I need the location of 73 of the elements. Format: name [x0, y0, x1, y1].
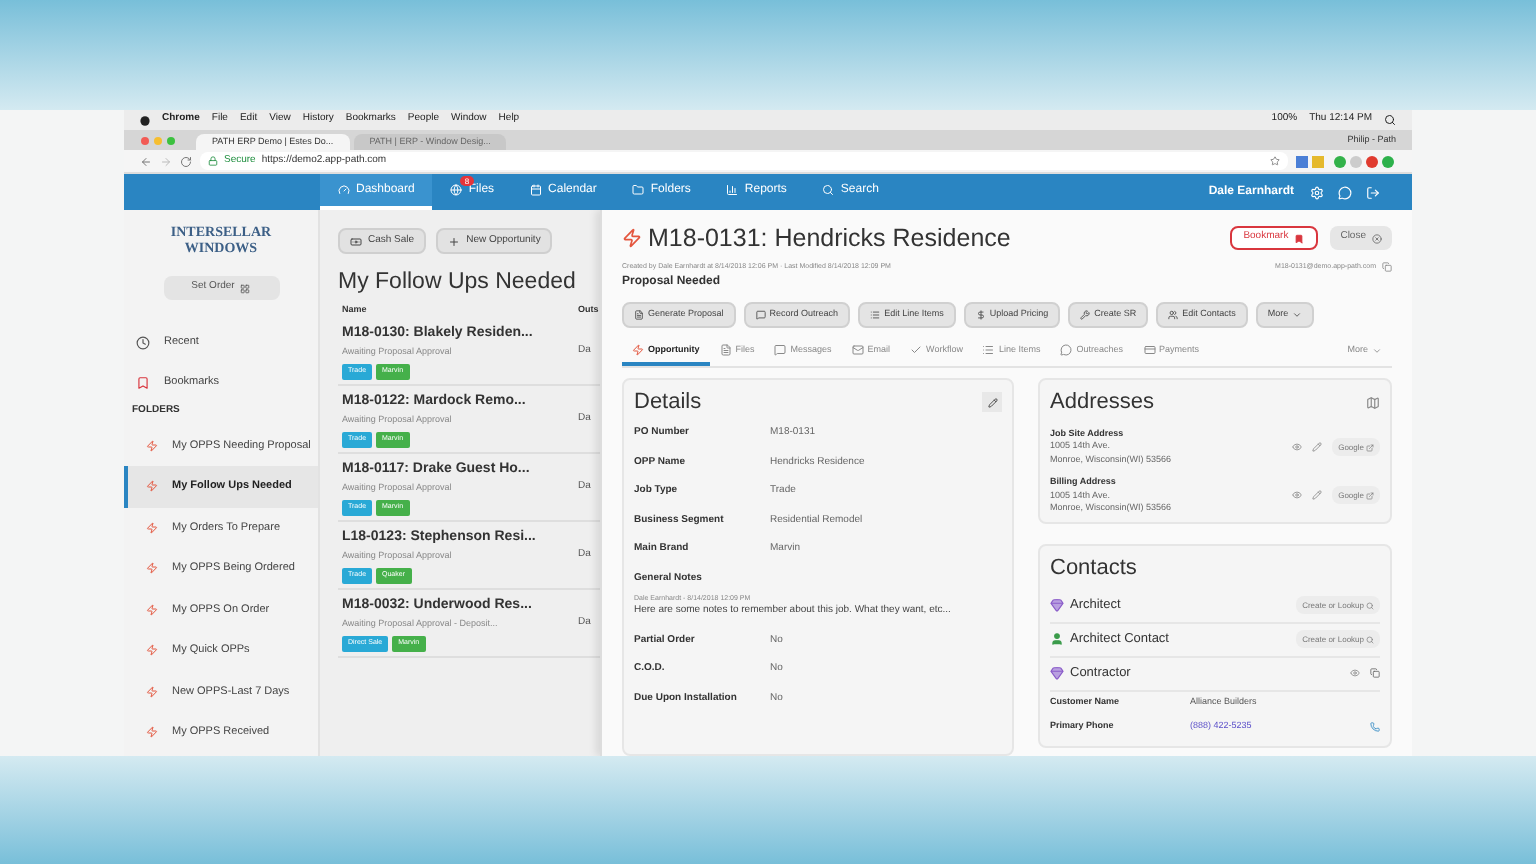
- bolt-icon: [146, 480, 158, 493]
- phone-icon: [1370, 722, 1380, 732]
- copy-icon: [1382, 262, 1392, 273]
- search-icon: [1366, 635, 1374, 643]
- bookmark-icon: [1294, 233, 1305, 243]
- pencil-icon: [1312, 490, 1323, 501]
- bolt-icon: [146, 439, 158, 452]
- edit-button[interactable]: [982, 392, 1002, 413]
- wrench-icon: [1080, 310, 1091, 320]
- forward-icon: [160, 155, 172, 167]
- back-icon: [140, 155, 152, 167]
- card-title: Addresses: [1050, 388, 1154, 418]
- eye-icon: [1350, 668, 1360, 678]
- search-icon: [1384, 114, 1396, 126]
- mail-icon: [851, 344, 864, 356]
- dollar-icon: [975, 310, 986, 320]
- eye-icon: [1292, 490, 1303, 501]
- card-icon: [1143, 344, 1155, 356]
- external-link-icon: [1366, 491, 1374, 500]
- list-icon: [982, 344, 995, 356]
- document-icon: [719, 344, 732, 356]
- bolt-icon: [146, 603, 158, 616]
- plus-icon: [448, 235, 461, 247]
- caret-icon: [1292, 310, 1303, 320]
- gauge-icon: [338, 184, 350, 196]
- clock-icon: [136, 335, 150, 349]
- card-title: Details: [634, 388, 702, 418]
- calendar-icon: [530, 184, 543, 196]
- settings-icon: [1310, 185, 1324, 199]
- pencil-icon: [1312, 442, 1323, 453]
- map-icon: [1366, 395, 1380, 410]
- users-icon: [1168, 310, 1179, 320]
- cash-icon: [350, 235, 362, 247]
- bolt-icon: [146, 562, 158, 575]
- check-icon: [910, 344, 923, 356]
- bolt-icon: [146, 521, 158, 534]
- eye-icon: [1292, 442, 1303, 453]
- logout-icon: [1366, 185, 1380, 199]
- card-title: Contacts: [1050, 554, 1139, 584]
- window-controls-drawing: [140, 135, 176, 145]
- chart-icon: [726, 184, 739, 196]
- document-icon: [634, 310, 644, 320]
- person-icon: [1050, 632, 1064, 646]
- chat-icon: [1338, 185, 1352, 199]
- logo-icon: [140, 114, 150, 126]
- grid-icon: [240, 283, 251, 293]
- bolt-icon: [146, 685, 158, 698]
- reload-icon: [180, 155, 192, 167]
- chat-icon: [774, 344, 787, 356]
- search-icon: [822, 184, 835, 196]
- bookmark-icon: [136, 375, 150, 389]
- globe-icon: [450, 184, 463, 196]
- copy-icon: [1370, 668, 1380, 678]
- list-title: My Follow Ups Needed: [338, 268, 578, 298]
- list-icon: [870, 310, 881, 320]
- star-icon: [1270, 156, 1280, 166]
- record-title: M18-0131: Hendricks Residence: [648, 222, 1011, 256]
- gem-icon: [1050, 598, 1064, 612]
- bolt-icon: [632, 344, 644, 356]
- close-icon: [1372, 233, 1382, 243]
- bolt-icon: [146, 726, 158, 739]
- external-link-icon: [1366, 443, 1374, 452]
- caret-icon: [1372, 345, 1382, 355]
- chat-icon: [1060, 344, 1073, 356]
- extension-icons-drawing: [1296, 155, 1396, 167]
- bolt-icon: [622, 228, 642, 249]
- gem-icon: [1050, 666, 1064, 680]
- search-icon: [1366, 601, 1374, 609]
- lock-icon: [208, 156, 218, 166]
- folder-icon: [632, 184, 645, 196]
- bolt-icon: [146, 644, 158, 657]
- pencil-icon: [987, 397, 997, 408]
- chat-icon: [755, 310, 766, 320]
